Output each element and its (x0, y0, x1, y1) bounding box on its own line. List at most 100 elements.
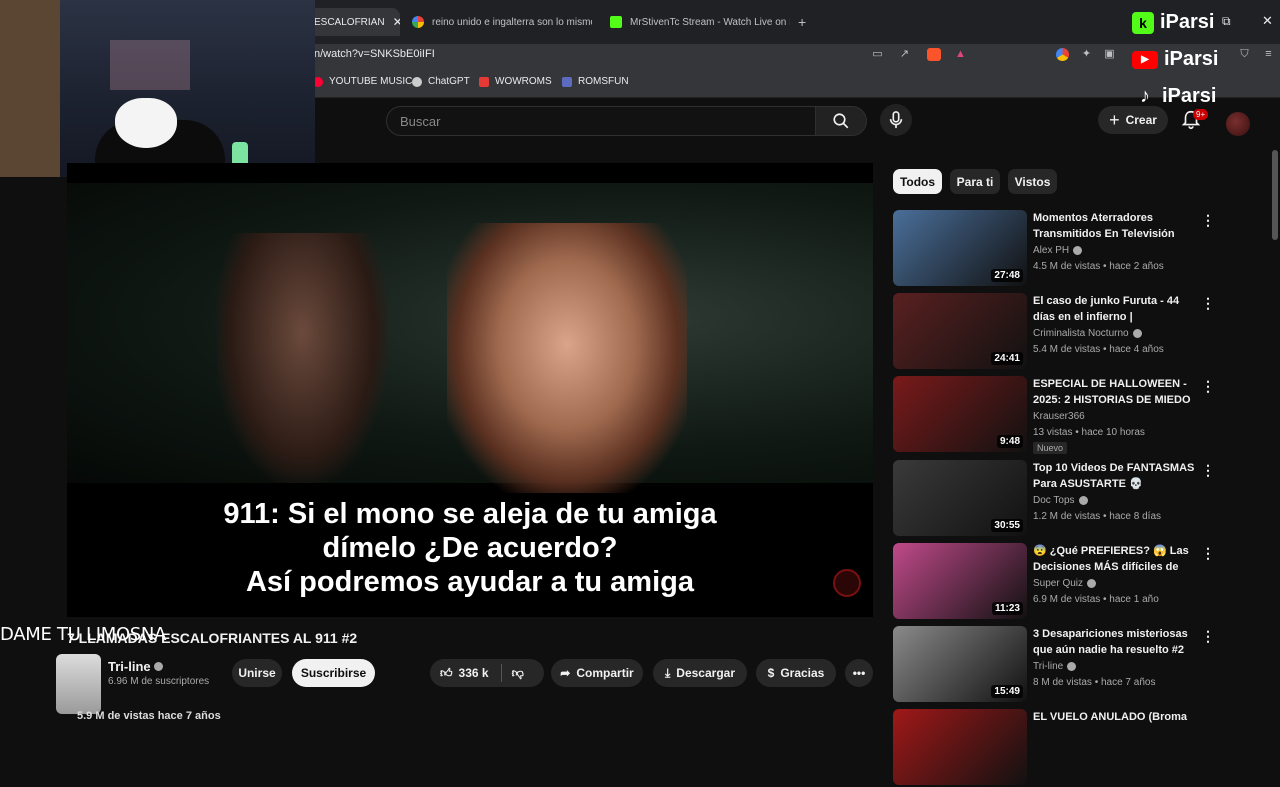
extension-color-icon[interactable] (1056, 48, 1069, 61)
recommendation-title[interactable]: 😨 ¿Qué PREFIERES? 😱 Las Decisiones MÁS d… (1033, 543, 1195, 575)
video-thumbnail[interactable]: 15:49 (893, 626, 1027, 702)
bookmark-wowroms[interactable]: WOWROMS (479, 76, 552, 87)
microphone-icon (889, 111, 903, 129)
bookmark-chatgpt[interactable]: ChatGPT (412, 76, 470, 87)
channel-name-label: Tri-line (108, 659, 151, 674)
channel-label: Tri-line (1033, 661, 1064, 672)
kebab-menu-icon[interactable]: ⋮ (1201, 628, 1215, 645)
download-button[interactable]: ⤓ Descargar (653, 659, 747, 687)
recommendation-channel[interactable]: Krauser366 (1033, 411, 1085, 422)
white-mask (115, 98, 177, 148)
search-button[interactable] (815, 106, 867, 136)
recommendation-title[interactable]: ESPECIAL DE HALLOWEEN - 2025: 2 HISTORIA… (1033, 376, 1195, 408)
more-actions-button[interactable]: ••• (845, 659, 873, 687)
dislike-icon[interactable]: 👎︎ (512, 666, 524, 681)
plus-icon: + (798, 14, 807, 30)
kebab-menu-icon[interactable]: ⋮ (1201, 462, 1215, 479)
close-window-icon[interactable]: ✕ (1262, 13, 1273, 29)
cast-icon[interactable]: ▭ (871, 48, 884, 61)
subscriber-count: 6.96 M de suscriptores (108, 676, 210, 687)
subtitle-line: 911: Si el mono se aleja de tu amiga (223, 498, 717, 530)
search-icon (833, 113, 849, 129)
recommendation-channel[interactable]: Super Quiz (1033, 578, 1097, 589)
subtitle-line: dímelo ¿De acuerdo? (322, 532, 618, 564)
channel-name[interactable]: Tri-line (108, 659, 164, 674)
close-tab-icon[interactable]: ✕ (393, 15, 400, 29)
create-button[interactable]: + Crear (1098, 106, 1168, 134)
recommendation-item[interactable]: 27:48 Momentos Aterradores Transmitidos E… (893, 210, 1223, 288)
video-thumbnail[interactable]: 11:23 (893, 543, 1027, 619)
kick-handle: iParsi (1160, 11, 1215, 33)
kick-logo-icon: k (1132, 11, 1154, 34)
share-icon: ➦ (560, 666, 571, 680)
like-icon[interactable]: 👍︎ (440, 666, 453, 681)
video-thumbnail[interactable]: 9:48 (893, 376, 1027, 452)
account-avatar[interactable] (1226, 112, 1250, 136)
download-label: Descargar (676, 666, 736, 680)
page-scrollbar[interactable] (1272, 150, 1278, 240)
tab-kick[interactable]: MrStivenTc Stream - Watch Live on Ki (600, 8, 790, 36)
video-player[interactable]: 911: Si el mono se aleja de tu amiga dím… (67, 163, 873, 617)
bookmark-romsfun[interactable]: ROMSFUN (562, 76, 629, 87)
video-thumbnail[interactable]: 30:55 (893, 460, 1027, 536)
url-field[interactable]: n/watch?v=SNKSbE0iIFI (314, 48, 435, 60)
recommendation-item[interactable]: 11:23 😨 ¿Qué PREFIERES? 😱 Las Decisiones … (893, 543, 1223, 621)
restore-window-icon[interactable]: ⧉ (1222, 14, 1231, 29)
recommendation-channel[interactable]: Alex PH (1033, 245, 1083, 256)
recommendation-title[interactable]: EL VUELO ANULADO (Broma (1033, 709, 1195, 725)
chip-vistos[interactable]: Vistos (1008, 169, 1057, 194)
recommendation-item[interactable]: 15:49 3 Desapariciones misteriosas que aú… (893, 626, 1223, 704)
recommendation-meta: 6.9 M de vistas • hace 1 año (1033, 594, 1159, 605)
recommendation-channel[interactable]: Tri-line (1033, 661, 1077, 672)
kick-icon (610, 16, 622, 28)
brave-rewards-icon[interactable]: ▲ (954, 48, 967, 61)
youtube-logo-icon: ▶ (1132, 50, 1158, 69)
chip-todos[interactable]: Todos (893, 169, 942, 194)
video-thumbnail[interactable] (893, 709, 1027, 785)
recommendation-title[interactable]: 3 Desapariciones misteriosas que aún nad… (1033, 626, 1195, 658)
brave-shield-icon[interactable] (927, 48, 941, 61)
channel-label: Doc Tops (1033, 495, 1075, 506)
recommendation-title[interactable]: Momentos Aterradores Transmitidos En Tel… (1033, 210, 1195, 242)
romsfun-icon (562, 76, 572, 87)
like-count[interactable]: 336 k (459, 666, 489, 680)
share-icon[interactable]: ↗ (898, 48, 911, 61)
recommendation-item[interactable]: 30:55 Top 10 Videos De FANTASMAS Para ASU… (893, 460, 1223, 538)
new-tab-button[interactable]: + (798, 8, 822, 36)
video-thumbnail[interactable]: 24:41 (893, 293, 1027, 369)
search-input[interactable]: Buscar (386, 106, 816, 136)
join-button[interactable]: Unirse (232, 659, 282, 687)
vpn-shield-icon[interactable]: ⛉ (1238, 48, 1251, 61)
recommendation-item[interactable]: 9:48 ESPECIAL DE HALLOWEEN - 2025: 2 HIST… (893, 376, 1223, 454)
kebab-menu-icon[interactable]: ⋮ (1201, 378, 1215, 395)
verified-icon (1132, 329, 1142, 338)
woman-image (447, 223, 687, 493)
channel-label: Super Quiz (1033, 578, 1084, 589)
video-thumbnail[interactable]: 27:48 (893, 210, 1027, 286)
bookmark-label: YOUTUBE MUSIC (329, 76, 413, 87)
bookmark-youtube-music[interactable]: YOUTUBE MUSIC (313, 76, 412, 87)
tab-active[interactable]: ESCALOFRIAN ✕ (300, 8, 400, 36)
thanks-button[interactable]: $ Gracias (756, 659, 836, 687)
extensions-icon[interactable]: ✦ (1080, 48, 1093, 61)
voice-search-button[interactable] (880, 104, 912, 136)
tab-google[interactable]: reino unido e ingalterra son lo mismo (402, 8, 592, 36)
recommendation-title[interactable]: Top 10 Videos De FANTASMAS Para ASUSTART… (1033, 460, 1195, 492)
subscribe-button[interactable]: Suscribirse (292, 659, 375, 687)
share-button[interactable]: ➦ Compartir (551, 659, 643, 687)
recommendation-item[interactable]: EL VUELO ANULADO (Broma (893, 709, 1223, 787)
recommendation-title[interactable]: El caso de junko Furuta - 44 días en el … (1033, 293, 1195, 325)
recommendation-channel[interactable]: Criminalista Nocturno (1033, 328, 1142, 339)
recommendation-channel[interactable]: Doc Tops (1033, 495, 1088, 506)
kebab-menu-icon[interactable]: ⋮ (1201, 295, 1215, 312)
menu-icon[interactable]: ≡ (1262, 48, 1275, 61)
sidebar-icon[interactable]: ▣ (1103, 48, 1116, 61)
channel-avatar[interactable] (56, 654, 101, 714)
like-dislike-group: 👍︎ 336 k 👎︎ (430, 659, 544, 687)
recommendation-item[interactable]: 24:41 El caso de junko Furuta - 44 días e… (893, 293, 1223, 371)
create-label: Crear (1125, 113, 1157, 127)
kebab-menu-icon[interactable]: ⋮ (1201, 545, 1215, 562)
kebab-menu-icon[interactable]: ⋮ (1201, 212, 1215, 229)
wall-art (110, 40, 190, 90)
chip-para-ti[interactable]: Para ti (950, 169, 1000, 194)
